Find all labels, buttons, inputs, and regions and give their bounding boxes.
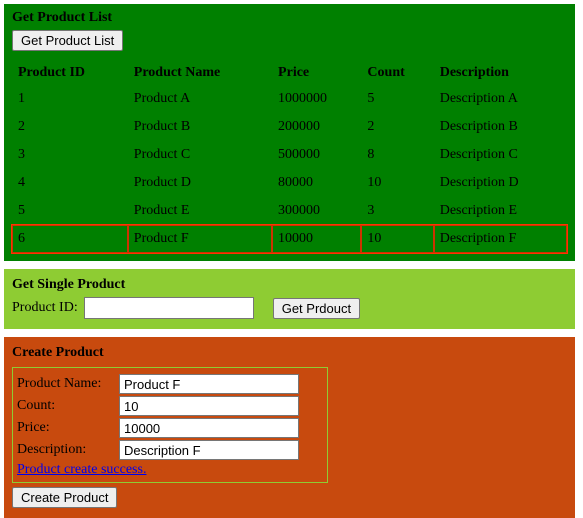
cell-desc: Description A (434, 85, 567, 113)
get-product-list-button[interactable]: Get Product List (12, 30, 123, 51)
description-input[interactable] (119, 440, 299, 460)
col-name: Product Name (128, 61, 272, 85)
cell-id: 6 (12, 225, 128, 253)
price-label: Price: (17, 420, 119, 436)
cell-price: 1000000 (272, 85, 361, 113)
table-header-row: Product ID Product Name Price Count Desc… (12, 61, 567, 85)
status-message: Product create success. (17, 462, 323, 478)
price-input[interactable] (119, 418, 299, 438)
create-product-button[interactable]: Create Product (12, 487, 117, 508)
cell-desc: Description D (434, 169, 567, 197)
cell-price: 80000 (272, 169, 361, 197)
get-product-button[interactable]: Get Prdouct (273, 298, 360, 319)
cell-price: 300000 (272, 197, 361, 225)
panel-heading: Get Single Product (12, 277, 567, 293)
cell-count: 2 (361, 113, 433, 141)
table-row[interactable]: 6Product F1000010Description F (12, 225, 567, 253)
product-table: Product ID Product Name Price Count Desc… (12, 61, 567, 253)
create-product-panel: Create Product Product Name: Count: Pric… (4, 337, 575, 518)
col-id: Product ID (12, 61, 128, 85)
table-row[interactable]: 3Product C5000008Description C (12, 141, 567, 169)
col-count: Count (361, 61, 433, 85)
cell-id: 2 (12, 113, 128, 141)
cell-desc: Description E (434, 197, 567, 225)
get-product-list-panel: Get Product List Get Product List Produc… (4, 4, 575, 261)
cell-desc: Description B (434, 113, 567, 141)
col-desc: Description (434, 61, 567, 85)
cell-count: 5 (361, 85, 433, 113)
cell-price: 10000 (272, 225, 361, 253)
col-price: Price (272, 61, 361, 85)
cell-id: 5 (12, 197, 128, 225)
product-id-label: Product ID: (12, 300, 78, 316)
panel-heading: Create Product (12, 345, 567, 361)
create-form: Product Name: Count: Price: Description:… (12, 367, 328, 483)
cell-name: Product D (128, 169, 272, 197)
cell-name: Product F (128, 225, 272, 253)
cell-id: 3 (12, 141, 128, 169)
table-row[interactable]: 1Product A10000005Description A (12, 85, 567, 113)
cell-price: 200000 (272, 113, 361, 141)
panel-heading: Get Product List (12, 10, 567, 26)
count-input[interactable] (119, 396, 299, 416)
cell-count: 10 (361, 169, 433, 197)
table-row[interactable]: 5Product E3000003Description E (12, 197, 567, 225)
cell-name: Product A (128, 85, 272, 113)
cell-desc: Description F (434, 225, 567, 253)
cell-count: 10 (361, 225, 433, 253)
cell-price: 500000 (272, 141, 361, 169)
cell-name: Product E (128, 197, 272, 225)
table-row[interactable]: 2Product B2000002Description B (12, 113, 567, 141)
get-single-product-panel: Get Single Product Product ID: Get Prdou… (4, 269, 575, 329)
cell-name: Product B (128, 113, 272, 141)
table-row[interactable]: 4Product D8000010Description D (12, 169, 567, 197)
cell-name: Product C (128, 141, 272, 169)
cell-count: 8 (361, 141, 433, 169)
name-label: Product Name: (17, 376, 119, 392)
product-name-input[interactable] (119, 374, 299, 394)
cell-id: 4 (12, 169, 128, 197)
count-label: Count: (17, 398, 119, 414)
cell-id: 1 (12, 85, 128, 113)
product-id-input[interactable] (84, 297, 254, 319)
cell-desc: Description C (434, 141, 567, 169)
desc-label: Description: (17, 442, 119, 458)
cell-count: 3 (361, 197, 433, 225)
